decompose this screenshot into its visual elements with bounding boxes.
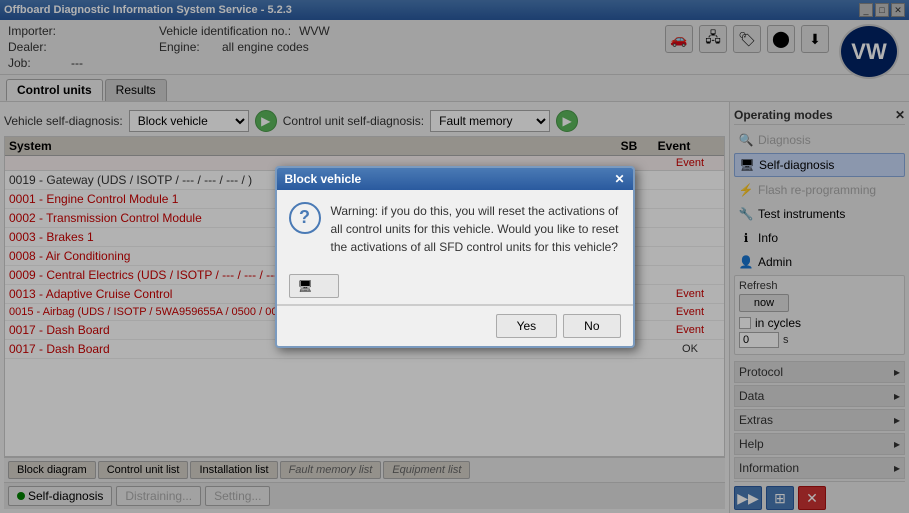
dialog-content: ? Warning: if you do this, you will rese… <box>277 190 633 268</box>
dialog-yes-button[interactable]: Yes <box>496 314 558 338</box>
dialog-computer-row: 🖥 <box>277 268 633 305</box>
dialog-title-bar: Block vehicle ✕ <box>277 168 633 190</box>
computer-icon: 🖥 <box>298 279 313 293</box>
dialog-no-button[interactable]: No <box>563 314 620 338</box>
dialog-overlay: Block vehicle ✕ ? Warning: if you do thi… <box>0 0 909 513</box>
dialog-message: Warning: if you do this, you will reset … <box>331 202 621 256</box>
dialog-buttons: Yes No <box>277 305 633 346</box>
dialog-title: Block vehicle <box>285 172 362 186</box>
dialog-close-icon[interactable]: ✕ <box>614 172 624 186</box>
dialog-computer-button[interactable]: 🖥 <box>289 274 339 298</box>
block-vehicle-dialog: Block vehicle ✕ ? Warning: if you do thi… <box>275 166 635 348</box>
dialog-question-icon: ? <box>289 202 321 234</box>
